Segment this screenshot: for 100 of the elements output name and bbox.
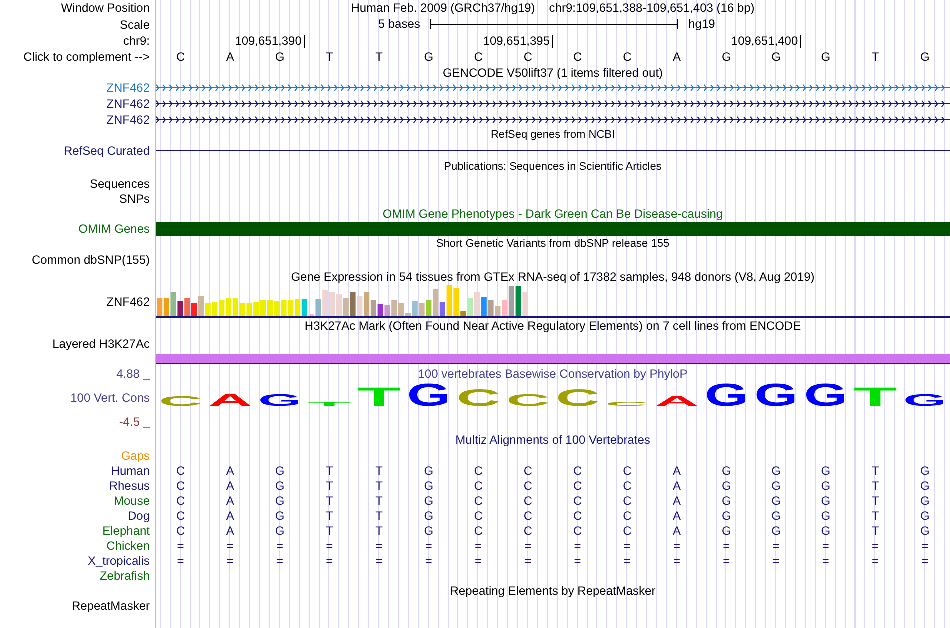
track-title: Multiz Alignments of 100 Vertebrates xyxy=(456,434,650,446)
aligned-base: G xyxy=(920,494,931,506)
track-title: Gene Expression in 54 tissues from GTEx RNA-seq of 17382 samples, 948 donors (V8, Aug 2019) xyxy=(291,271,815,283)
species-label: Rhesus xyxy=(109,480,150,492)
conservation-letter: C xyxy=(556,384,600,412)
base-letter: G xyxy=(721,51,732,63)
aligned-base: G xyxy=(770,480,782,492)
aligned-base: A xyxy=(672,494,682,506)
aligned-base: = xyxy=(276,540,285,552)
aligned-base: C xyxy=(622,480,633,492)
gene-track[interactable] xyxy=(156,116,950,124)
aligned-base: C xyxy=(622,524,633,536)
aligned-base: T xyxy=(325,464,334,476)
species-label: Dog xyxy=(128,510,150,522)
aligned-base: C xyxy=(175,510,186,522)
base-letter: T xyxy=(325,51,334,63)
aligned-base: T xyxy=(870,524,880,536)
aligned-base: T xyxy=(870,494,880,506)
aligned-base: A xyxy=(225,464,236,476)
base-letter: T xyxy=(374,51,384,63)
track-label[interactable]: Sequences xyxy=(90,178,150,190)
aligned-base: = xyxy=(474,554,484,566)
aligned-base: G xyxy=(770,464,782,476)
conservation-letter: G xyxy=(804,382,848,413)
aligned-base: C xyxy=(175,494,186,506)
aligned-base: A xyxy=(672,480,682,492)
aligned-base: A xyxy=(225,494,236,506)
species-label: Mouse xyxy=(114,494,150,506)
aligned-base: G xyxy=(423,510,435,522)
conservation-letter: T xyxy=(358,382,402,412)
aligned-base: G xyxy=(820,464,832,476)
aligned-base: = xyxy=(772,540,781,552)
aligned-base: T xyxy=(325,510,334,522)
aligned-base: = xyxy=(276,554,285,566)
aligned-base: C xyxy=(473,524,484,536)
aligned-base: G xyxy=(770,510,782,522)
species-label: Human xyxy=(111,464,150,476)
assembly-text: Human Feb. 2009 (GRCh37/hg19) xyxy=(351,2,536,14)
position-text: chr9:109,651,388-109,651,403 (16 bp) xyxy=(549,2,755,14)
aligned-base: G xyxy=(274,510,286,522)
row-label: chr9: xyxy=(123,35,150,47)
base-letter: A xyxy=(672,51,682,63)
complement-link[interactable]: Click to complement --> xyxy=(24,51,150,63)
aligned-base: C xyxy=(522,494,534,506)
aligned-base: G xyxy=(920,524,931,536)
axis-min-label: -4.5 _ xyxy=(119,416,150,428)
aligned-base: C xyxy=(572,524,584,536)
base-letter: G xyxy=(770,51,782,63)
conservation-letter: G xyxy=(754,382,798,413)
aligned-base: = xyxy=(424,554,434,566)
aligned-base: G xyxy=(920,510,931,522)
aligned-base: = xyxy=(524,554,533,566)
aligned-base: = xyxy=(176,540,186,552)
aligned-base: G xyxy=(423,494,435,506)
track-label[interactable]: OMIM Genes xyxy=(78,223,150,235)
track-label[interactable]: 100 Vert. Cons xyxy=(70,392,150,404)
conservation-letter: A xyxy=(208,391,252,410)
track-label[interactable]: SNPs xyxy=(119,192,150,204)
aligned-base: C xyxy=(522,464,534,476)
base-letter: C xyxy=(175,51,186,63)
scale-text: 5 bases xyxy=(378,18,420,30)
track-label[interactable]: Common dbSNP(155) xyxy=(32,254,150,266)
conservation-letter: G xyxy=(258,391,302,410)
gene-label[interactable]: ZNF462 xyxy=(106,82,150,94)
aligned-base: = xyxy=(524,540,533,552)
aligned-base: A xyxy=(672,510,682,522)
base-letter: A xyxy=(225,51,236,63)
aligned-base: G xyxy=(770,494,782,506)
ruler-tick: 109,651,400 xyxy=(731,35,802,48)
track-label[interactable]: Layered H3K27Ac xyxy=(52,338,150,350)
track-title: Publications: Sequences in Scientific Articles xyxy=(444,162,662,173)
aligned-base: = xyxy=(871,554,880,566)
aligned-base: C xyxy=(572,510,584,522)
species-label: Elephant xyxy=(102,524,150,536)
base-letter: G xyxy=(423,51,435,63)
row-label: Scale xyxy=(120,18,150,30)
aligned-base: C xyxy=(175,464,186,476)
aligned-base: G xyxy=(770,524,782,536)
aligned-base: = xyxy=(622,540,632,552)
species-label: Chicken xyxy=(106,540,150,552)
gene-label[interactable]: ZNF462 xyxy=(106,114,150,126)
aligned-base: C xyxy=(175,480,186,492)
aligned-base: T xyxy=(374,480,384,492)
track-label[interactable]: ZNF462 xyxy=(106,296,150,308)
aligned-base: = xyxy=(176,554,186,566)
aligned-base: C xyxy=(473,510,484,522)
aligned-base: G xyxy=(274,464,286,476)
track-label[interactable]: RefSeq Curated xyxy=(64,145,150,157)
conservation-letter: G xyxy=(903,391,948,410)
gene-track[interactable] xyxy=(156,100,950,108)
axis-max-label: 4.88 _ xyxy=(116,368,150,380)
gene-track[interactable] xyxy=(156,84,950,92)
conservation-letter: A xyxy=(655,394,699,410)
conservation-letter: G xyxy=(704,382,748,413)
aligned-base: C xyxy=(473,494,484,506)
aligned-base: T xyxy=(870,464,880,476)
base-letter: G xyxy=(820,51,832,63)
track-label[interactable]: RepeatMasker xyxy=(72,600,150,612)
gene-label[interactable]: ZNF462 xyxy=(106,98,150,110)
conservation-letter: C xyxy=(456,384,500,412)
